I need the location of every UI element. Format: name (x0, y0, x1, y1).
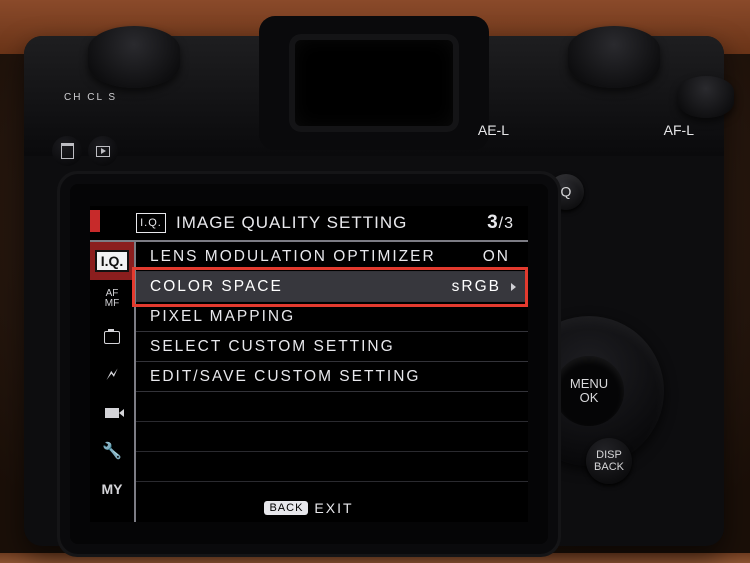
movie-icon (105, 408, 119, 418)
disp-back-label: DISPBACK (594, 449, 624, 473)
camera-icon (104, 331, 120, 344)
page-indicator-bar (90, 210, 100, 232)
command-dial-rear[interactable] (678, 76, 734, 118)
menu-rows: LENS MODULATION OPTIMIZERONCOLOR SPACEsR… (134, 242, 528, 522)
menu-row-3[interactable]: SELECT CUSTOM SETTING (136, 332, 528, 362)
menu-row-label: EDIT/SAVE CUSTOM SETTING (150, 368, 516, 386)
menu-ok-button[interactable]: MENUOK (554, 356, 624, 426)
camera-top-plate: CH CL S AE-L AF-L (24, 36, 724, 156)
chevron-right-icon (511, 283, 516, 291)
menu-row-empty (136, 422, 528, 452)
header-iq-icon: I.Q. (136, 213, 166, 233)
mode-dial-right[interactable] (568, 26, 660, 88)
background-wood-bottom (0, 553, 750, 563)
lcd-frame: I.Q. IMAGE QUALITY SETTING 3/3 I.Q. AFMF… (70, 184, 548, 544)
back-badge: BACK (264, 501, 308, 515)
q-button[interactable] (548, 174, 584, 210)
menu-row-value: sRGB (452, 278, 501, 296)
menu-row-label: COLOR SPACE (150, 278, 452, 296)
tab-movie[interactable] (90, 394, 134, 432)
ae-lock-label: AE-L (478, 122, 509, 138)
af-lock-label: AF-L (664, 122, 694, 138)
menu-row-value: ON (483, 248, 510, 266)
menu-ok-label: MENUOK (570, 377, 608, 405)
menu-row-label: PIXEL MAPPING (150, 308, 516, 326)
menu-header: I.Q. IMAGE QUALITY SETTING 3/3 (90, 206, 528, 242)
menu-row-empty (136, 392, 528, 422)
menu-header-title: IMAGE QUALITY SETTING (176, 213, 487, 233)
menu-tab-column: I.Q. AFMF 🗲 🔧 MY (90, 242, 134, 522)
tab-shooting[interactable] (90, 318, 134, 356)
tab-flash[interactable]: 🗲 (90, 356, 134, 394)
scene: CH CL S AE-L AF-L MENUOK DISPBACK (0, 0, 750, 563)
menu-page-indicator: 3/3 (487, 212, 514, 234)
menu-body: I.Q. AFMF 🗲 🔧 MY LENS MODULATION OPTIMIZ… (90, 242, 528, 522)
mode-dial-left[interactable] (88, 26, 180, 88)
menu-row-label: SELECT CUSTOM SETTING (150, 338, 516, 356)
lcd-screen: I.Q. IMAGE QUALITY SETTING 3/3 I.Q. AFMF… (90, 206, 528, 522)
menu-footer: BACK EXIT (90, 500, 528, 516)
footer-exit-label: EXIT (314, 500, 353, 516)
viewfinder-eyecup (289, 34, 459, 132)
menu-row-2[interactable]: PIXEL MAPPING (136, 302, 528, 332)
menu-row-4[interactable]: EDIT/SAVE CUSTOM SETTING (136, 362, 528, 392)
delete-button[interactable] (52, 136, 82, 166)
wrench-icon: 🔧 (102, 441, 122, 461)
menu-row-empty (136, 452, 528, 482)
drive-mode-marks: CH CL S (64, 92, 117, 103)
viewfinder-housing (259, 16, 489, 150)
camera-body: CH CL S AE-L AF-L MENUOK DISPBACK (24, 36, 724, 546)
tab-image-quality[interactable]: I.Q. (90, 242, 134, 280)
menu-row-0[interactable]: LENS MODULATION OPTIMIZERON (136, 242, 528, 272)
menu-row-1[interactable]: COLOR SPACEsRGB (136, 272, 528, 302)
flash-icon: 🗲 (106, 365, 117, 385)
playback-button[interactable] (88, 136, 118, 166)
tab-af-mf[interactable]: AFMF (90, 280, 134, 318)
tab-setup[interactable]: 🔧 (90, 432, 134, 470)
disp-back-button[interactable]: DISPBACK (586, 438, 632, 484)
menu-row-label: LENS MODULATION OPTIMIZER (150, 248, 483, 266)
